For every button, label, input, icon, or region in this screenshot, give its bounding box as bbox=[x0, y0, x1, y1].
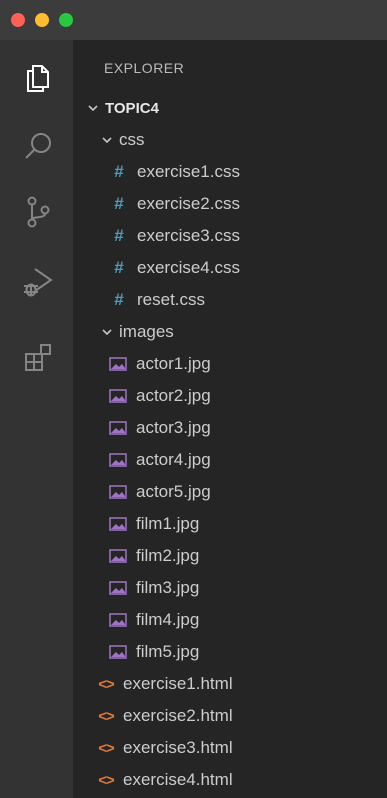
activity-bar bbox=[0, 40, 73, 798]
css-file-icon: # bbox=[114, 290, 124, 309]
chevron-down-icon bbox=[99, 324, 115, 340]
file-label: exercise3.css bbox=[137, 226, 240, 245]
html-file-icon: <> bbox=[98, 771, 115, 789]
file-label: film4.jpg bbox=[136, 610, 200, 629]
search-activity-button[interactable] bbox=[18, 126, 58, 166]
html-file-icon: <> bbox=[98, 707, 115, 725]
image-file-icon bbox=[109, 612, 127, 628]
file-label: actor5.jpg bbox=[136, 482, 211, 501]
file-label: reset.css bbox=[137, 290, 206, 309]
file-item-actor4-jpg[interactable]: actor4.jpg bbox=[73, 444, 387, 476]
file-label: actor4.jpg bbox=[136, 450, 211, 469]
image-file-icon bbox=[109, 548, 127, 564]
zoom-window-button[interactable] bbox=[59, 13, 73, 27]
title-bar bbox=[0, 0, 387, 40]
file-item-exercise1-css[interactable]: # exercise1.css bbox=[73, 156, 387, 188]
file-label: exercise1.html bbox=[123, 674, 233, 693]
chevron-down-icon bbox=[85, 100, 101, 116]
image-file-icon bbox=[109, 356, 127, 372]
image-file-icon bbox=[109, 644, 127, 660]
css-folder-label: css bbox=[119, 130, 145, 149]
project-folder-label: TOPIC4 bbox=[105, 99, 159, 117]
file-label: exercise4.css bbox=[137, 258, 240, 277]
css-file-icon: # bbox=[114, 226, 124, 245]
images-folder-label: images bbox=[119, 322, 174, 341]
file-item-exercise3-html[interactable]: <> exercise3.html bbox=[73, 732, 387, 764]
html-file-icon: <> bbox=[98, 739, 115, 757]
file-item-film5-jpg[interactable]: film5.jpg bbox=[73, 636, 387, 668]
file-item-exercise2-html[interactable]: <> exercise2.html bbox=[73, 700, 387, 732]
file-item-actor3-jpg[interactable]: actor3.jpg bbox=[73, 412, 387, 444]
minimize-window-button[interactable] bbox=[35, 13, 49, 27]
file-item-film4-jpg[interactable]: film4.jpg bbox=[73, 604, 387, 636]
image-file-icon bbox=[109, 420, 127, 436]
file-item-actor2-jpg[interactable]: actor2.jpg bbox=[73, 380, 387, 412]
chevron-down-icon bbox=[99, 132, 115, 148]
file-label: exercise2.css bbox=[137, 194, 240, 213]
css-folder[interactable]: css bbox=[73, 124, 387, 156]
image-file-icon bbox=[109, 580, 127, 596]
file-item-exercise3-css[interactable]: # exercise3.css bbox=[73, 220, 387, 252]
file-label: exercise2.html bbox=[123, 706, 233, 725]
search-icon bbox=[25, 133, 51, 159]
files-icon bbox=[27, 65, 49, 92]
image-file-icon bbox=[109, 484, 127, 500]
explorer-activity-button[interactable] bbox=[18, 56, 58, 96]
run-debug-activity-button[interactable] bbox=[18, 262, 58, 302]
images-folder[interactable]: images bbox=[73, 316, 387, 348]
file-label: exercise3.html bbox=[123, 738, 233, 757]
file-label: film1.jpg bbox=[136, 514, 200, 533]
run-debug-icon bbox=[24, 268, 53, 297]
explorer-sidebar: EXPLORER TOPIC4 css # exercise1.css # ex… bbox=[73, 40, 387, 798]
css-file-icon: # bbox=[114, 258, 124, 277]
file-label: actor1.jpg bbox=[136, 354, 211, 373]
image-file-icon bbox=[109, 388, 127, 404]
file-item-film1-jpg[interactable]: film1.jpg bbox=[73, 508, 387, 540]
file-item-actor5-jpg[interactable]: actor5.jpg bbox=[73, 476, 387, 508]
file-label: film3.jpg bbox=[136, 578, 200, 597]
file-label: film2.jpg bbox=[136, 546, 200, 565]
file-label: actor3.jpg bbox=[136, 418, 211, 437]
source-control-activity-button[interactable] bbox=[18, 192, 58, 232]
file-label: exercise4.html bbox=[123, 770, 233, 789]
file-item-actor1-jpg[interactable]: actor1.jpg bbox=[73, 348, 387, 380]
file-item-reset-css[interactable]: # reset.css bbox=[73, 284, 387, 316]
file-item-exercise4-css[interactable]: # exercise4.css bbox=[73, 252, 387, 284]
extensions-icon bbox=[25, 344, 51, 371]
file-item-exercise4-html[interactable]: <> exercise4.html bbox=[73, 764, 387, 796]
file-label: film5.jpg bbox=[136, 642, 200, 661]
css-file-icon: # bbox=[114, 162, 124, 181]
file-item-exercise1-html[interactable]: <> exercise1.html bbox=[73, 668, 387, 700]
file-item-film2-jpg[interactable]: film2.jpg bbox=[73, 540, 387, 572]
image-file-icon bbox=[109, 516, 127, 532]
file-label: actor2.jpg bbox=[136, 386, 211, 405]
explorer-title: EXPLORER bbox=[104, 60, 185, 76]
extensions-activity-button[interactable] bbox=[18, 338, 58, 378]
file-item-film3-jpg[interactable]: film3.jpg bbox=[73, 572, 387, 604]
image-file-icon bbox=[109, 452, 127, 468]
css-file-icon: # bbox=[114, 194, 124, 213]
project-folder[interactable]: TOPIC4 bbox=[73, 92, 387, 124]
source-control-icon bbox=[27, 196, 50, 228]
html-file-icon: <> bbox=[98, 675, 115, 693]
file-item-exercise2-css[interactable]: # exercise2.css bbox=[73, 188, 387, 220]
file-label: exercise1.css bbox=[137, 162, 240, 181]
close-window-button[interactable] bbox=[11, 13, 25, 27]
